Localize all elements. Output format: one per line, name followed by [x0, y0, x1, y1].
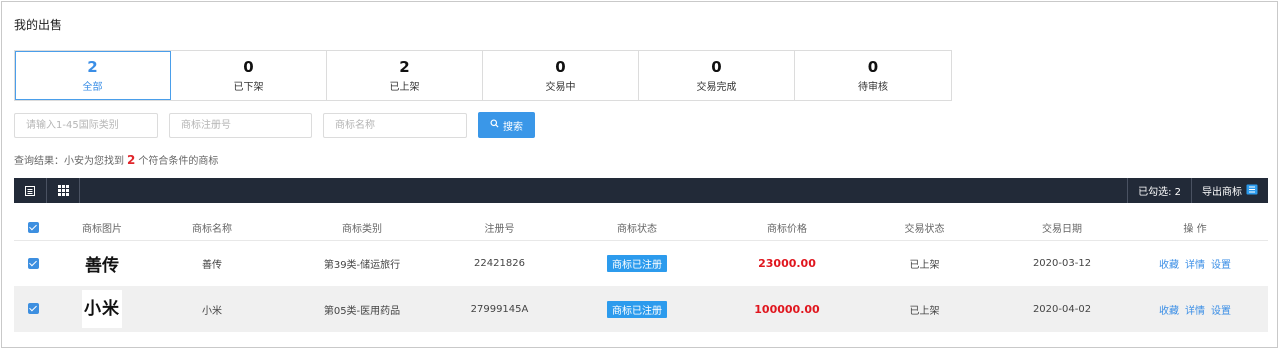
col-header: 商标类别 — [272, 215, 452, 241]
status-badge: 商标已注册 — [607, 300, 667, 318]
result-suffix: 个符合条件的商标 — [138, 156, 219, 167]
list-view-icon[interactable] — [14, 178, 47, 203]
trademark-price: 100000.00 — [754, 302, 820, 316]
trademark-category: 第05类-医用药品 — [323, 305, 401, 317]
export-label: 导出商标 — [1202, 187, 1242, 198]
trademark-name-input[interactable] — [323, 112, 467, 138]
trademark-name: 善传 — [202, 259, 222, 271]
trademark-logo: 小米 — [82, 290, 122, 328]
stat-count: 0 — [555, 57, 566, 76]
row-checkbox[interactable] — [14, 240, 52, 286]
favorite-link[interactable]: 收藏 — [1159, 260, 1179, 271]
class-input[interactable] — [14, 112, 158, 138]
col-header: 操 作 — [1122, 215, 1268, 241]
search-icon — [490, 119, 499, 131]
stat-count: 2 — [399, 57, 410, 76]
reg-number-input[interactable] — [169, 112, 312, 138]
detail-link[interactable]: 详情 — [1185, 260, 1205, 271]
trade-date: 2020-04-02 — [1032, 303, 1092, 315]
search-button-label: 搜索 — [503, 121, 523, 133]
stat-count: 0 — [711, 57, 722, 76]
stat-tab-delisted[interactable]: 0 已下架 — [171, 51, 327, 100]
col-header: 商标名称 — [152, 215, 272, 241]
table-header-row: 商标图片 商标名称 商标类别 注册号 商标状态 商标价格 交易状态 交易日期 操… — [14, 215, 1268, 241]
result-summary: 查询结果：小安为您找到 2 个符合条件的商标 — [14, 152, 218, 167]
table-row: 善传 善传 第39类-储运旅行 22421826 商标已注册 23000.00 … — [14, 240, 1268, 286]
settings-link[interactable]: 设置 — [1211, 306, 1231, 317]
row-actions: 收藏 详情 设置 — [1122, 286, 1268, 332]
col-header: 交易日期 — [1002, 215, 1122, 241]
status-badge: 商标已注册 — [607, 254, 667, 272]
stat-label: 交易中 — [545, 81, 576, 93]
trademark-image: 小米 — [52, 286, 152, 332]
stat-count: 2 — [87, 57, 98, 76]
select-all-checkbox[interactable] — [14, 215, 52, 241]
col-header: 交易状态 — [847, 215, 1002, 241]
registration-number: 27999145A — [470, 303, 529, 315]
stat-label: 已下架 — [233, 81, 264, 93]
result-count: 2 — [127, 153, 136, 167]
stat-label: 已上架 — [389, 81, 420, 93]
detail-link[interactable]: 详情 — [1185, 306, 1205, 317]
registration-number: 22421826 — [474, 257, 525, 269]
col-header: 商标状态 — [547, 215, 727, 241]
table-row: 小米 小米 第05类-医用药品 27999145A 商标已注册 100000.0… — [14, 286, 1268, 332]
settings-link[interactable]: 设置 — [1211, 260, 1231, 271]
table-toolbar: 已勾选: 2 导出商标 — [14, 178, 1268, 203]
selected-count: 已勾选: 2 — [1127, 178, 1191, 203]
filter-bar: 搜索 — [14, 112, 535, 138]
favorite-link[interactable]: 收藏 — [1159, 306, 1179, 317]
result-prefix: 查询结果：小安为您找到 — [14, 156, 124, 167]
row-checkbox[interactable] — [14, 286, 52, 332]
col-header: 商标图片 — [52, 215, 152, 241]
stat-tab-pending[interactable]: 0 待审核 — [795, 51, 951, 100]
export-button[interactable]: 导出商标 — [1191, 178, 1268, 203]
trademark-logo: 善传 — [85, 255, 119, 276]
stat-tab-all[interactable]: 2 全部 — [15, 51, 171, 100]
stat-label: 全部 — [82, 81, 103, 93]
trademark-price: 23000.00 — [758, 256, 816, 270]
stat-label: 交易完成 — [696, 81, 737, 93]
stats-tabs: 2 全部 0 已下架 2 已上架 0 交易中 0 交易完成 0 待审核 — [14, 50, 952, 101]
trade-date: 2020-03-12 — [1032, 257, 1092, 269]
stat-tab-listed[interactable]: 2 已上架 — [327, 51, 483, 100]
trade-status: 已上架 — [909, 259, 940, 271]
grid-view-icon[interactable] — [47, 178, 80, 203]
export-excel-icon — [1246, 184, 1258, 198]
stat-tab-trading[interactable]: 0 交易中 — [483, 51, 639, 100]
stat-count: 0 — [243, 57, 254, 76]
search-button[interactable]: 搜索 — [478, 112, 535, 138]
trademark-name: 小米 — [202, 305, 222, 317]
trademark-category: 第39类-储运旅行 — [323, 259, 401, 271]
stat-count: 0 — [867, 57, 879, 76]
col-header: 注册号 — [452, 215, 547, 241]
stat-label: 待审核 — [858, 81, 888, 93]
stat-tab-completed[interactable]: 0 交易完成 — [639, 51, 795, 100]
trademark-image: 善传 — [52, 240, 152, 286]
row-actions: 收藏 详情 设置 — [1122, 240, 1268, 286]
page-title: 我的出售 — [14, 18, 63, 32]
trademark-table: 商标图片 商标名称 商标类别 注册号 商标状态 商标价格 交易状态 交易日期 操… — [14, 215, 1268, 332]
trade-status: 已上架 — [909, 305, 940, 317]
col-header: 商标价格 — [727, 215, 847, 241]
